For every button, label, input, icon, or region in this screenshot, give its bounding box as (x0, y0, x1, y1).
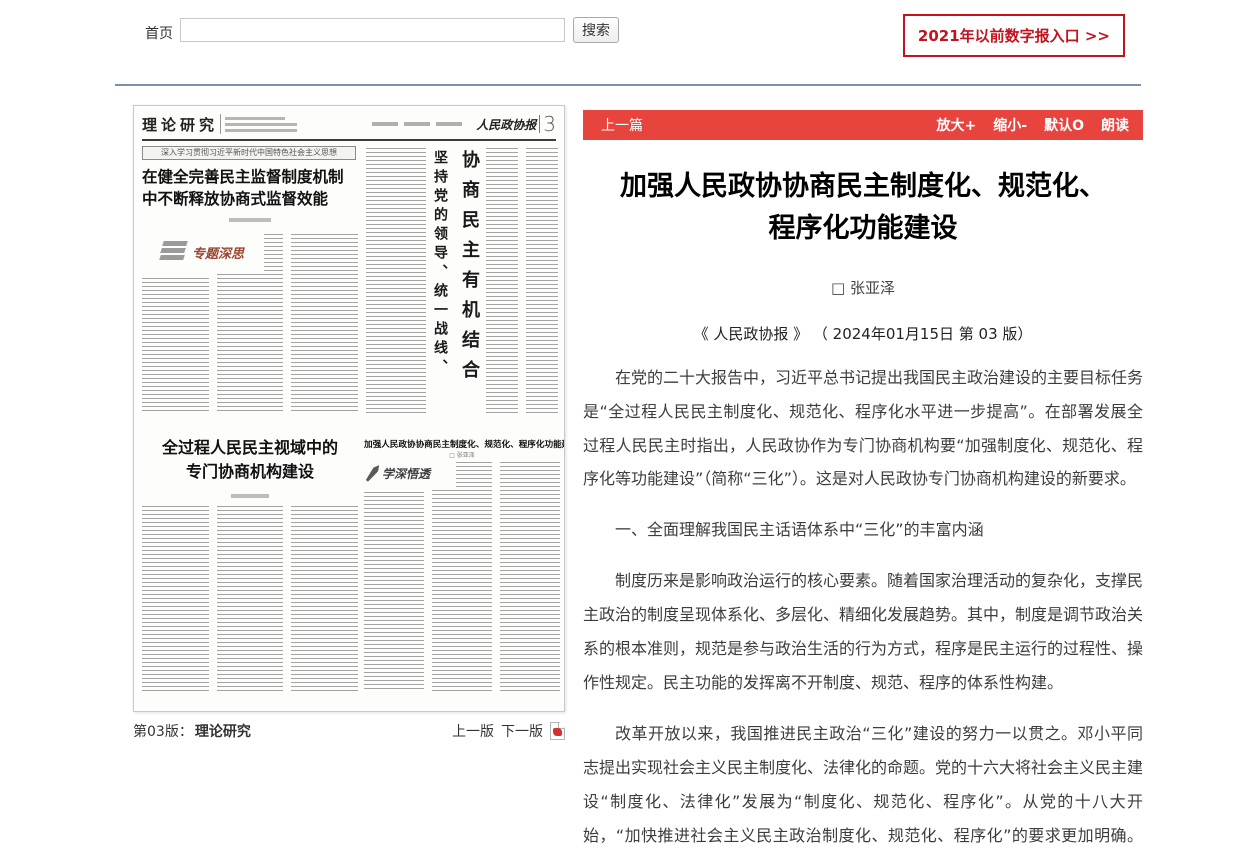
home-link[interactable]: 首页 (145, 23, 173, 43)
article-paragraph: 制度历来是影响政治运行的核心要素。随着国家治理活动的复杂化，支撑民主政治的制度呈… (583, 564, 1143, 700)
np-kicker-banner: 深入学习贯彻习近平新时代中国特色社会主义思想 (142, 146, 356, 160)
masthead-name: 人民政协报 (476, 116, 536, 133)
header-divider (115, 84, 1141, 86)
np-byline-top-left (229, 218, 271, 222)
zoom-out-button[interactable]: 缩小- (993, 115, 1027, 135)
section-name-caption: 理论研究 (195, 721, 251, 741)
np-column-logo-1: 专题深思 (160, 232, 264, 272)
article-title-line2: 程序化功能建设 (583, 208, 1143, 250)
archive-entry-button[interactable]: 2021年以前数字报入口 >> (903, 14, 1125, 57)
article-paragraph: 改革开放以来，我国推进民主政治“三化”建设的努力一以贯之。邓小平同志提出实现社会… (583, 717, 1143, 857)
article-paragraph: 在党的二十大报告中，习近平总书记提出我国民主政治建设的主要目标任务是“全过程人民… (583, 361, 1143, 497)
search-button[interactable]: 搜索 (573, 17, 619, 43)
newspaper-panel: 理论研究 人民政协报 3 深入学习贯彻习近平新时代中国特色社会主义思想 在健全完… (133, 105, 565, 741)
newsprint-text-columns (486, 148, 558, 416)
header-divider-line (220, 114, 221, 134)
newsprint-text-columns (366, 148, 426, 416)
newsprint-text-columns (142, 506, 358, 691)
prev-article-link[interactable]: 上一篇 (601, 115, 643, 135)
zoom-default-button[interactable]: 默认O (1044, 115, 1084, 135)
article-section-heading: 一、全面理解我国民主话语体系中“三化”的丰富内涵 (583, 513, 1143, 547)
article-toolbar: 上一篇 放大+ 缩小- 默认O 朗读 (583, 110, 1143, 140)
page-caption: 第03版： 理论研究 上一版 下一版 (133, 721, 565, 741)
np-byline-bottom-left (231, 494, 269, 498)
page-number-caption: 第03版： (133, 721, 193, 741)
next-page-link[interactable]: 下一版 (501, 721, 543, 741)
prev-page-link[interactable]: 上一版 (452, 721, 494, 741)
newspaper-page-image[interactable]: 理论研究 人民政协报 3 深入学习贯彻习近平新时代中国特色社会主义思想 在健全完… (133, 105, 565, 712)
np-column-logo-2-label: 学深悟透 (382, 465, 430, 482)
epaper-page: 首页 搜索 2021年以前数字报入口 >> 理论研究 人民政协报 3 深入学习贯… (0, 0, 1256, 857)
books-icon (160, 241, 186, 263)
masthead-divider (539, 115, 540, 133)
newspaper-editor-meta (372, 122, 462, 126)
article-panel: 上一篇 放大+ 缩小- 默认O 朗读 加强人民政协协商民主制度化、规范化、 程序… (583, 110, 1143, 857)
np-headline-bottom-left-line2: 专门协商机构建设 (142, 460, 358, 484)
np-headline-bottom-left-line1: 全过程人民民主视域中的 (142, 436, 358, 460)
article-title: 加强人民政协协商民主制度化、规范化、 程序化功能建设 (583, 166, 1143, 250)
masthead-rule (142, 139, 556, 141)
newsprint-text-columns (364, 462, 560, 691)
article-source: 《 人民政协报 》 （ 2024年01月15日 第 03 版） (583, 323, 1143, 344)
newspaper-date-meta (225, 117, 297, 132)
top-bar: 首页 搜索 2021年以前数字报入口 >> (133, 14, 1143, 62)
pdf-icon[interactable] (550, 722, 565, 740)
newspaper-section-title: 理论研究 (142, 114, 218, 135)
newspaper-header: 理论研究 人民政协报 3 (142, 112, 556, 136)
article-title-line1: 加强人民政协协商民主制度化、规范化、 (583, 166, 1143, 208)
article-body: 在党的二十大报告中，习近平总书记提出我国民主政治建设的主要目标任务是“全过程人民… (583, 361, 1143, 857)
zoom-in-button[interactable]: 放大+ (937, 115, 977, 135)
np-column-logo-2: 学深悟透 (370, 458, 456, 488)
np-vertical-headline-part1: 坚持党的领导、统一战线、 (430, 150, 450, 426)
article-author: □ 张亚泽 (583, 277, 1143, 298)
np-headline-top-left[interactable]: 在健全完善民主监督制度机制中不断释放协商式监督效能 (142, 166, 358, 211)
newspaper-masthead: 人民政协报 3 (476, 112, 556, 136)
search-input[interactable] (180, 18, 565, 42)
np-headline-bottom-right[interactable]: 加强人民政协协商民主制度化、规范化、程序化功能建设 (364, 438, 560, 450)
np-headline-bottom-left[interactable]: 全过程人民民主视域中的 专门协商机构建设 (142, 436, 358, 484)
read-aloud-button[interactable]: 朗读 (1101, 115, 1129, 135)
np-vertical-headline-part2: 协商民主有机结合 (456, 150, 482, 426)
np-column-logo-1-label: 专题深思 (192, 243, 244, 262)
np-vertical-headline[interactable]: 坚持党的领导、统一战线、 协商民主有机结合 (430, 150, 482, 426)
masthead-page-number: 3 (543, 112, 556, 136)
